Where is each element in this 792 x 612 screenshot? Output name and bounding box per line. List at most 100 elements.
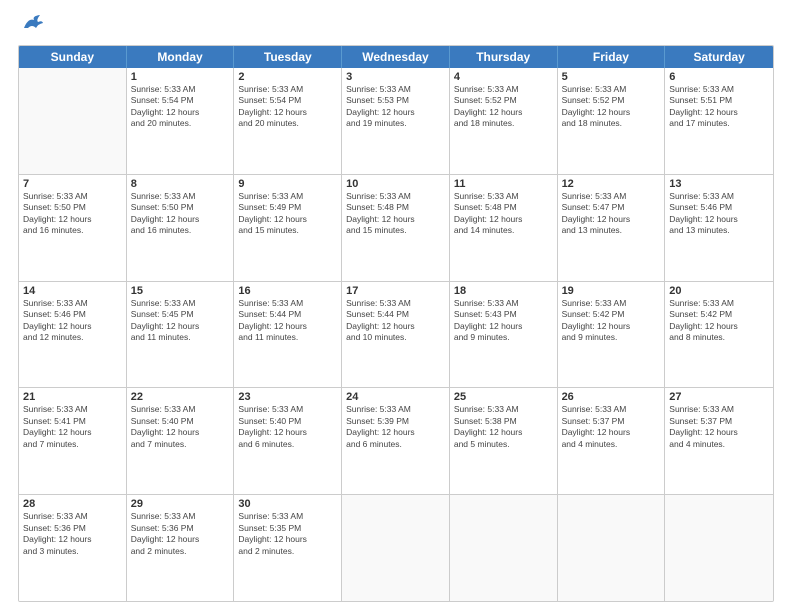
day-number: 20	[669, 285, 769, 297]
day-number: 28	[23, 498, 122, 510]
day-number: 13	[669, 178, 769, 190]
calendar-header: SundayMondayTuesdayWednesdayThursdayFrid…	[19, 46, 773, 68]
calendar-day-21: 21Sunrise: 5:33 AM Sunset: 5:41 PM Dayli…	[19, 388, 127, 494]
calendar-day-25: 25Sunrise: 5:33 AM Sunset: 5:38 PM Dayli…	[450, 388, 558, 494]
day-info: Sunrise: 5:33 AM Sunset: 5:42 PM Dayligh…	[669, 298, 769, 344]
day-info: Sunrise: 5:33 AM Sunset: 5:54 PM Dayligh…	[238, 84, 337, 130]
logo-bird-icon	[22, 14, 44, 37]
day-info: Sunrise: 5:33 AM Sunset: 5:43 PM Dayligh…	[454, 298, 553, 344]
day-info: Sunrise: 5:33 AM Sunset: 5:54 PM Dayligh…	[131, 84, 230, 130]
day-number: 30	[238, 498, 337, 510]
day-info: Sunrise: 5:33 AM Sunset: 5:46 PM Dayligh…	[669, 191, 769, 237]
day-info: Sunrise: 5:33 AM Sunset: 5:49 PM Dayligh…	[238, 191, 337, 237]
calendar-day-9: 9Sunrise: 5:33 AM Sunset: 5:49 PM Daylig…	[234, 175, 342, 281]
day-info: Sunrise: 5:33 AM Sunset: 5:41 PM Dayligh…	[23, 404, 122, 450]
day-info: Sunrise: 5:33 AM Sunset: 5:52 PM Dayligh…	[454, 84, 553, 130]
calendar-day-2: 2Sunrise: 5:33 AM Sunset: 5:54 PM Daylig…	[234, 68, 342, 174]
calendar: SundayMondayTuesdayWednesdayThursdayFrid…	[18, 45, 774, 602]
calendar-day-13: 13Sunrise: 5:33 AM Sunset: 5:46 PM Dayli…	[665, 175, 773, 281]
day-number: 26	[562, 391, 661, 403]
day-number: 23	[238, 391, 337, 403]
day-info: Sunrise: 5:33 AM Sunset: 5:44 PM Dayligh…	[238, 298, 337, 344]
day-info: Sunrise: 5:33 AM Sunset: 5:39 PM Dayligh…	[346, 404, 445, 450]
calendar-day-23: 23Sunrise: 5:33 AM Sunset: 5:40 PM Dayli…	[234, 388, 342, 494]
calendar-day-16: 16Sunrise: 5:33 AM Sunset: 5:44 PM Dayli…	[234, 282, 342, 388]
calendar-week-5: 28Sunrise: 5:33 AM Sunset: 5:36 PM Dayli…	[19, 495, 773, 601]
calendar-day-26: 26Sunrise: 5:33 AM Sunset: 5:37 PM Dayli…	[558, 388, 666, 494]
day-info: Sunrise: 5:33 AM Sunset: 5:38 PM Dayligh…	[454, 404, 553, 450]
day-number: 24	[346, 391, 445, 403]
header	[18, 18, 774, 37]
day-number: 22	[131, 391, 230, 403]
calendar-day-4: 4Sunrise: 5:33 AM Sunset: 5:52 PM Daylig…	[450, 68, 558, 174]
calendar-week-2: 7Sunrise: 5:33 AM Sunset: 5:50 PM Daylig…	[19, 175, 773, 282]
header-day-friday: Friday	[558, 46, 666, 68]
day-number: 9	[238, 178, 337, 190]
day-info: Sunrise: 5:33 AM Sunset: 5:35 PM Dayligh…	[238, 511, 337, 557]
calendar-day-30: 30Sunrise: 5:33 AM Sunset: 5:35 PM Dayli…	[234, 495, 342, 601]
day-number: 7	[23, 178, 122, 190]
calendar-day-empty	[665, 495, 773, 601]
day-info: Sunrise: 5:33 AM Sunset: 5:46 PM Dayligh…	[23, 298, 122, 344]
day-number: 25	[454, 391, 553, 403]
day-number: 16	[238, 285, 337, 297]
header-day-wednesday: Wednesday	[342, 46, 450, 68]
day-info: Sunrise: 5:33 AM Sunset: 5:52 PM Dayligh…	[562, 84, 661, 130]
day-number: 14	[23, 285, 122, 297]
day-number: 6	[669, 71, 769, 83]
calendar-day-12: 12Sunrise: 5:33 AM Sunset: 5:47 PM Dayli…	[558, 175, 666, 281]
calendar-day-7: 7Sunrise: 5:33 AM Sunset: 5:50 PM Daylig…	[19, 175, 127, 281]
calendar-day-24: 24Sunrise: 5:33 AM Sunset: 5:39 PM Dayli…	[342, 388, 450, 494]
day-info: Sunrise: 5:33 AM Sunset: 5:50 PM Dayligh…	[131, 191, 230, 237]
day-info: Sunrise: 5:33 AM Sunset: 5:45 PM Dayligh…	[131, 298, 230, 344]
day-info: Sunrise: 5:33 AM Sunset: 5:53 PM Dayligh…	[346, 84, 445, 130]
day-info: Sunrise: 5:33 AM Sunset: 5:48 PM Dayligh…	[346, 191, 445, 237]
day-info: Sunrise: 5:33 AM Sunset: 5:40 PM Dayligh…	[238, 404, 337, 450]
calendar-day-17: 17Sunrise: 5:33 AM Sunset: 5:44 PM Dayli…	[342, 282, 450, 388]
day-number: 5	[562, 71, 661, 83]
day-number: 1	[131, 71, 230, 83]
day-info: Sunrise: 5:33 AM Sunset: 5:50 PM Dayligh…	[23, 191, 122, 237]
calendar-day-empty	[342, 495, 450, 601]
calendar-day-empty	[450, 495, 558, 601]
day-info: Sunrise: 5:33 AM Sunset: 5:40 PM Dayligh…	[131, 404, 230, 450]
day-info: Sunrise: 5:33 AM Sunset: 5:36 PM Dayligh…	[131, 511, 230, 557]
header-day-saturday: Saturday	[665, 46, 773, 68]
day-info: Sunrise: 5:33 AM Sunset: 5:42 PM Dayligh…	[562, 298, 661, 344]
calendar-body: 1Sunrise: 5:33 AM Sunset: 5:54 PM Daylig…	[19, 68, 773, 601]
calendar-week-4: 21Sunrise: 5:33 AM Sunset: 5:41 PM Dayli…	[19, 388, 773, 495]
header-day-tuesday: Tuesday	[234, 46, 342, 68]
calendar-week-1: 1Sunrise: 5:33 AM Sunset: 5:54 PM Daylig…	[19, 68, 773, 175]
calendar-day-10: 10Sunrise: 5:33 AM Sunset: 5:48 PM Dayli…	[342, 175, 450, 281]
calendar-day-6: 6Sunrise: 5:33 AM Sunset: 5:51 PM Daylig…	[665, 68, 773, 174]
day-info: Sunrise: 5:33 AM Sunset: 5:36 PM Dayligh…	[23, 511, 122, 557]
day-number: 10	[346, 178, 445, 190]
calendar-day-22: 22Sunrise: 5:33 AM Sunset: 5:40 PM Dayli…	[127, 388, 235, 494]
calendar-day-empty	[19, 68, 127, 174]
calendar-week-3: 14Sunrise: 5:33 AM Sunset: 5:46 PM Dayli…	[19, 282, 773, 389]
day-number: 4	[454, 71, 553, 83]
day-number: 2	[238, 71, 337, 83]
day-info: Sunrise: 5:33 AM Sunset: 5:37 PM Dayligh…	[562, 404, 661, 450]
calendar-day-5: 5Sunrise: 5:33 AM Sunset: 5:52 PM Daylig…	[558, 68, 666, 174]
day-number: 12	[562, 178, 661, 190]
calendar-day-empty	[558, 495, 666, 601]
day-number: 11	[454, 178, 553, 190]
calendar-day-15: 15Sunrise: 5:33 AM Sunset: 5:45 PM Dayli…	[127, 282, 235, 388]
calendar-day-27: 27Sunrise: 5:33 AM Sunset: 5:37 PM Dayli…	[665, 388, 773, 494]
calendar-day-1: 1Sunrise: 5:33 AM Sunset: 5:54 PM Daylig…	[127, 68, 235, 174]
header-day-thursday: Thursday	[450, 46, 558, 68]
logo	[18, 18, 44, 37]
day-number: 15	[131, 285, 230, 297]
day-number: 18	[454, 285, 553, 297]
day-number: 17	[346, 285, 445, 297]
calendar-day-28: 28Sunrise: 5:33 AM Sunset: 5:36 PM Dayli…	[19, 495, 127, 601]
calendar-day-8: 8Sunrise: 5:33 AM Sunset: 5:50 PM Daylig…	[127, 175, 235, 281]
calendar-day-3: 3Sunrise: 5:33 AM Sunset: 5:53 PM Daylig…	[342, 68, 450, 174]
day-number: 3	[346, 71, 445, 83]
day-info: Sunrise: 5:33 AM Sunset: 5:44 PM Dayligh…	[346, 298, 445, 344]
day-info: Sunrise: 5:33 AM Sunset: 5:37 PM Dayligh…	[669, 404, 769, 450]
header-day-sunday: Sunday	[19, 46, 127, 68]
calendar-day-14: 14Sunrise: 5:33 AM Sunset: 5:46 PM Dayli…	[19, 282, 127, 388]
day-info: Sunrise: 5:33 AM Sunset: 5:47 PM Dayligh…	[562, 191, 661, 237]
